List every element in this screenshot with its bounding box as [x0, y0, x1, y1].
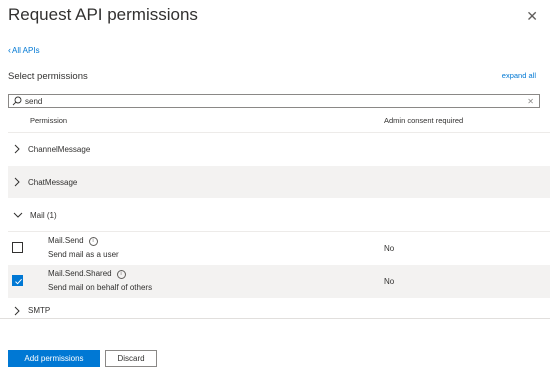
- chevron-right-icon: [14, 144, 20, 154]
- admin-consent-value: No: [384, 277, 395, 286]
- group-channelmessage[interactable]: ChannelMessage: [8, 133, 550, 165]
- permission-row-mail-send-shared: Mail.Send.Shared i Send mail on behalf of…: [8, 265, 550, 298]
- select-permissions-label: Select permissions: [8, 71, 88, 82]
- chevron-down-icon: [13, 212, 23, 218]
- permission-description: Send mail as a user: [48, 250, 119, 259]
- panel-title: Request API permissions: [8, 5, 198, 24]
- checkmark-icon: [15, 278, 22, 285]
- expand-all-link[interactable]: expand all: [502, 71, 536, 80]
- group-chatmessage[interactable]: ChatMessage: [8, 166, 550, 198]
- info-icon[interactable]: i: [116, 270, 126, 279]
- search-input[interactable]: [22, 95, 528, 107]
- close-icon[interactable]: ✕: [526, 9, 538, 23]
- permission-name: Mail.Send.Shared i: [48, 269, 126, 279]
- mail-send-checkbox[interactable]: [12, 242, 23, 253]
- group-mail[interactable]: Mail (1): [8, 199, 550, 231]
- search-icon: [12, 96, 22, 106]
- group-label: SMTP: [28, 306, 51, 315]
- admin-consent-column-header: Admin consent required: [384, 116, 464, 125]
- chevron-right-icon: [14, 177, 20, 187]
- all-apis-link[interactable]: ‹All APIs: [8, 45, 40, 55]
- discard-button[interactable]: Discard: [105, 350, 157, 367]
- chevron-left-icon: ‹: [8, 45, 11, 55]
- all-apis-label[interactable]: All APIs: [12, 46, 40, 55]
- info-icon[interactable]: i: [88, 237, 98, 246]
- search-box[interactable]: ✕: [8, 94, 540, 108]
- group-label: Mail (1): [30, 210, 57, 220]
- footer-divider: [0, 318, 550, 319]
- add-permissions-button[interactable]: Add permissions: [8, 350, 100, 367]
- clear-search-icon[interactable]: ✕: [527, 97, 534, 106]
- group-label: ChannelMessage: [28, 144, 91, 154]
- group-label: ChatMessage: [28, 177, 78, 187]
- admin-consent-value: No: [384, 244, 395, 253]
- permission-column-header: Permission: [30, 116, 68, 125]
- permission-description: Send mail on behalf of others: [48, 283, 153, 292]
- permission-row-mail-send: Mail.Send i Send mail as a user No: [8, 232, 550, 265]
- permission-name-text: Mail.Send: [48, 236, 84, 245]
- permission-name: Mail.Send i: [48, 236, 98, 246]
- mail-send-shared-checkbox[interactable]: [12, 275, 23, 286]
- permission-name-text: Mail.Send.Shared: [48, 269, 112, 278]
- chevron-right-icon: [14, 306, 20, 315]
- group-smtp[interactable]: SMTP: [8, 303, 550, 318]
